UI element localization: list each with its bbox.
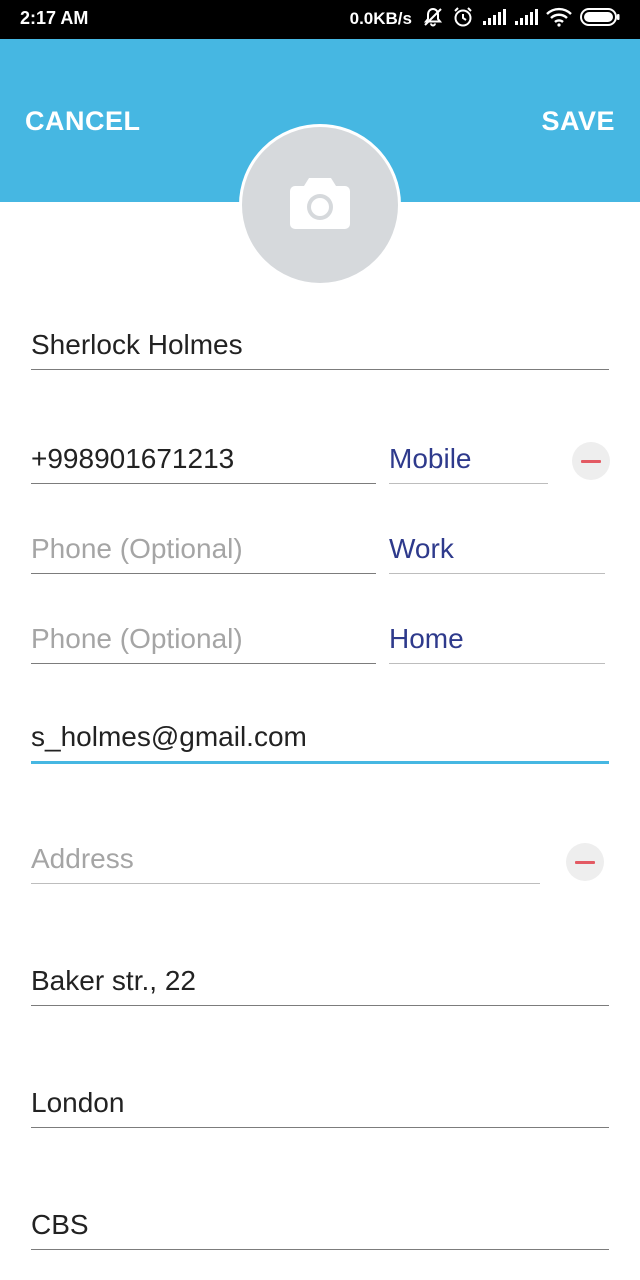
status-icons: 0.0KB/s xyxy=(349,6,620,33)
signal-icon xyxy=(514,8,538,31)
phone-value-1: +998901671213 xyxy=(31,443,235,474)
minus-icon xyxy=(581,459,601,463)
email-value: s_holmes@gmail.com xyxy=(31,721,307,752)
minus-icon xyxy=(575,860,595,864)
address-placeholder: Address xyxy=(31,843,134,874)
phone-type-label-2: Work xyxy=(389,533,454,564)
remove-phone-button[interactable] xyxy=(572,442,610,480)
status-time: 2:17 AM xyxy=(20,8,89,28)
street-value: Baker str., 22 xyxy=(31,965,196,996)
phone-placeholder-2: Phone (Optional) xyxy=(31,533,243,564)
phone-field-3[interactable]: Phone (Optional) xyxy=(31,615,376,664)
alarm-icon xyxy=(452,6,474,33)
city-field[interactable]: London xyxy=(31,1079,609,1128)
contact-photo-button[interactable] xyxy=(239,124,401,286)
signal-icon xyxy=(482,8,506,31)
phone-type-select-1[interactable]: Mobile xyxy=(389,435,548,484)
city-value: London xyxy=(31,1087,125,1118)
wifi-icon xyxy=(546,7,572,32)
network-speed: 0.0KB/s xyxy=(349,9,412,28)
region-value: CBS xyxy=(31,1209,89,1240)
region-field[interactable]: CBS xyxy=(31,1201,609,1250)
address-field[interactable]: Address xyxy=(31,835,540,884)
email-field[interactable]: s_holmes@gmail.com xyxy=(31,713,609,764)
camera-icon xyxy=(289,176,351,235)
remove-address-button[interactable] xyxy=(566,843,604,881)
save-button[interactable]: SAVE xyxy=(541,106,615,137)
phone-type-label-3: Home xyxy=(389,623,464,654)
phone-placeholder-3: Phone (Optional) xyxy=(31,623,243,654)
mute-icon xyxy=(422,6,444,33)
name-value: Sherlock Holmes xyxy=(31,329,243,360)
name-field[interactable]: Sherlock Holmes xyxy=(31,321,609,370)
street-field[interactable]: Baker str., 22 xyxy=(31,957,609,1006)
cancel-button[interactable]: CANCEL xyxy=(25,106,141,137)
phone-type-select-2[interactable]: Work xyxy=(389,525,605,574)
phone-field-2[interactable]: Phone (Optional) xyxy=(31,525,376,574)
phone-type-label-1: Mobile xyxy=(389,443,472,474)
battery-icon xyxy=(580,7,620,31)
phone-field-1[interactable]: +998901671213 xyxy=(31,435,376,484)
status-bar: 2:17 AM 0.0KB/s xyxy=(0,0,640,39)
phone-type-select-3[interactable]: Home xyxy=(389,615,605,664)
